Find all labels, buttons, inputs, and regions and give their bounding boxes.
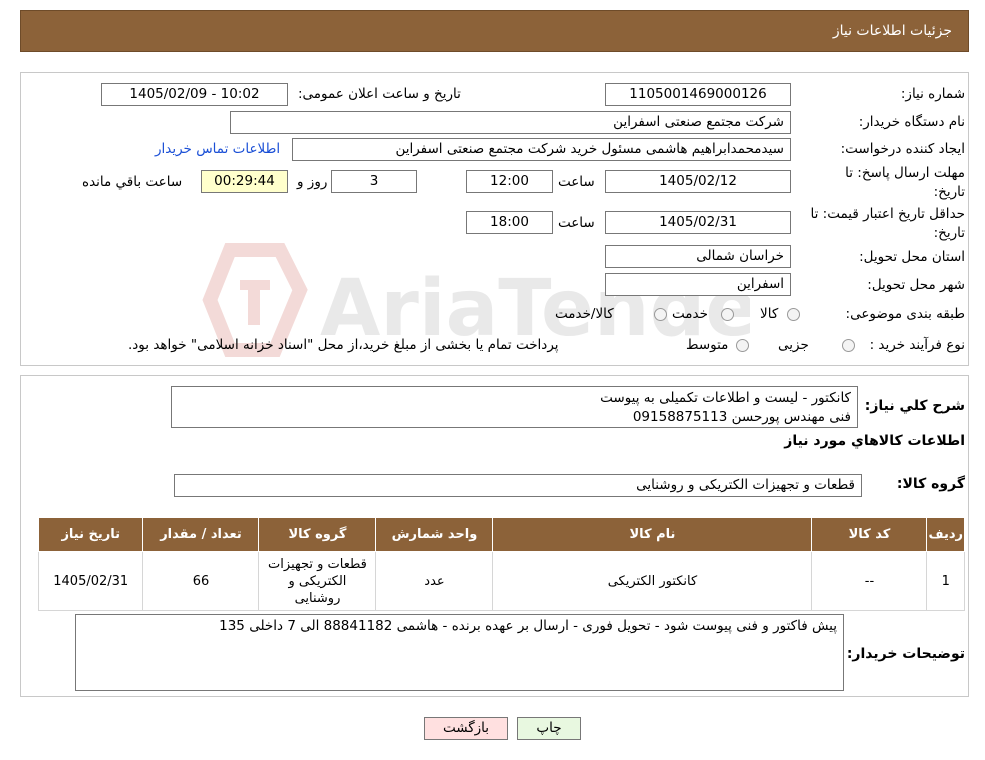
buyer-notes-text: پیش فاکتور و فنی پیوست شود - تحویل فوری …: [219, 618, 837, 634]
validity-time-field[interactable]: 18:00: [466, 211, 553, 234]
table-row: 1 -- کانکتور الکتریکی عدد قطعات و تجهیزا…: [37, 551, 965, 611]
buyer-org-label: نام دستگاه خریدار:: [858, 114, 965, 130]
col-unit: واحد شمارش: [375, 517, 494, 552]
days-label: روز و: [297, 174, 328, 190]
process-radio-minor[interactable]: [842, 339, 855, 352]
days-field[interactable]: 3: [331, 170, 417, 193]
items-table-header: رديف کد کالا نام کالا واحد شمارش گروه کا…: [37, 517, 965, 552]
cell-name: کانکتور الکتریکی: [492, 551, 813, 611]
process-note: پرداخت تمام یا بخشی از مبلغ خرید،از محل …: [128, 337, 559, 353]
deadline-time-label: ساعت: [558, 174, 595, 190]
remaining-time-field: 00:29:44: [201, 170, 288, 193]
process-option-medium: متوسط: [686, 337, 729, 353]
need-number-label: شماره نیاز:: [900, 86, 965, 102]
process-radio-medium[interactable]: [736, 339, 749, 352]
page-header: جزئیات اطلاعات نیاز: [20, 10, 969, 52]
goods-group-label: گروه کالا:: [896, 476, 965, 492]
province-field[interactable]: خراسان شمالی: [605, 245, 791, 268]
goods-group-field[interactable]: قطعات و تجهیزات الکتریکی و روشنایی: [174, 474, 862, 497]
col-qty: تعداد / مقدار: [142, 517, 260, 552]
requester-field[interactable]: سیدمحمدابراهیم هاشمی مسئول خرید شرکت مجت…: [292, 138, 791, 161]
col-code: کد کالا: [811, 517, 928, 552]
description-line-2: فنی مهندس پورحسن 09158875113: [632, 409, 851, 425]
process-label: نوع فرآیند خرید :: [869, 337, 965, 353]
cell-unit: عدد: [375, 551, 494, 611]
print-button[interactable]: چاپ: [517, 717, 581, 740]
category-radio-goods-service[interactable]: [654, 308, 667, 321]
cell-row: 1: [926, 551, 965, 611]
col-group: گروه کالا: [258, 517, 377, 552]
page-title: جزئیات اطلاعات نیاز: [832, 23, 952, 39]
cell-date: 1405/02/31: [37, 551, 144, 611]
deadline-time-field[interactable]: 12:00: [466, 170, 553, 193]
category-radio-goods[interactable]: [787, 308, 800, 321]
category-radio-service[interactable]: [721, 308, 734, 321]
buyer-notes-label: توضیحات خریدار:: [846, 646, 965, 662]
deadline-date-field[interactable]: 1405/02/12: [605, 170, 791, 193]
description-line-1: کانکتور - لیست و اطلاعات تکمیلی به پیوست: [600, 390, 851, 406]
category-label: طبقه بندی موضوعی:: [845, 306, 965, 322]
col-name: نام کالا: [492, 517, 813, 552]
validity-time-label: ساعت: [558, 215, 595, 231]
items-table: رديف کد کالا نام کالا واحد شمارش گروه کا…: [37, 517, 965, 611]
cell-qty: 66: [142, 551, 260, 611]
deadline-label-line2: تاریخ:: [933, 184, 965, 200]
buyer-notes-textarea[interactable]: پیش فاکتور و فنی پیوست شود - تحویل فوری …: [75, 614, 844, 691]
category-option-service: خدمت: [672, 306, 708, 322]
category-option-goods-service: کالا/خدمت: [555, 306, 614, 322]
city-field[interactable]: اسفراین: [605, 273, 791, 296]
cell-group: قطعات و تجهیزات الکتریکی و روشنایی: [258, 551, 377, 611]
need-number-field[interactable]: 1105001469000126: [605, 83, 791, 106]
description-textarea[interactable]: کانکتور - لیست و اطلاعات تکمیلی به پیوست…: [171, 386, 858, 428]
requester-label: ایجاد کننده درخواست:: [840, 141, 965, 157]
remaining-label: ساعت باقي مانده: [82, 174, 183, 190]
announce-label: تاریخ و ساعت اعلان عمومی:: [298, 86, 461, 102]
col-date: تاریخ نیاز: [37, 517, 144, 552]
goods-info-title: اطلاعات کالاهاي مورد نياز: [784, 433, 965, 449]
city-label: شهر محل تحویل:: [867, 277, 965, 293]
cell-code: --: [811, 551, 928, 611]
col-row: رديف: [926, 517, 965, 552]
announce-datetime-field[interactable]: 1405/02/09 - 10:02: [101, 83, 288, 106]
description-label: شرح کلي نياز:: [864, 398, 965, 414]
province-label: استان محل تحویل:: [859, 249, 965, 265]
validity-label-line2: تاریخ:: [933, 225, 965, 241]
process-option-minor: جزیی: [778, 337, 809, 353]
buyer-org-field[interactable]: شرکت مجتمع صنعتی اسفراین: [230, 111, 791, 134]
validity-label-line1: حداقل تاریخ اعتبار قیمت: تا: [810, 206, 965, 222]
category-option-goods: کالا: [760, 306, 779, 322]
validity-date-field[interactable]: 1405/02/31: [605, 211, 791, 234]
deadline-label-line1: مهلت ارسال پاسخ: تا: [845, 165, 965, 181]
buyer-contact-link[interactable]: اطلاعات تماس خریدار: [155, 141, 280, 157]
back-button[interactable]: بازگشت: [424, 717, 508, 740]
